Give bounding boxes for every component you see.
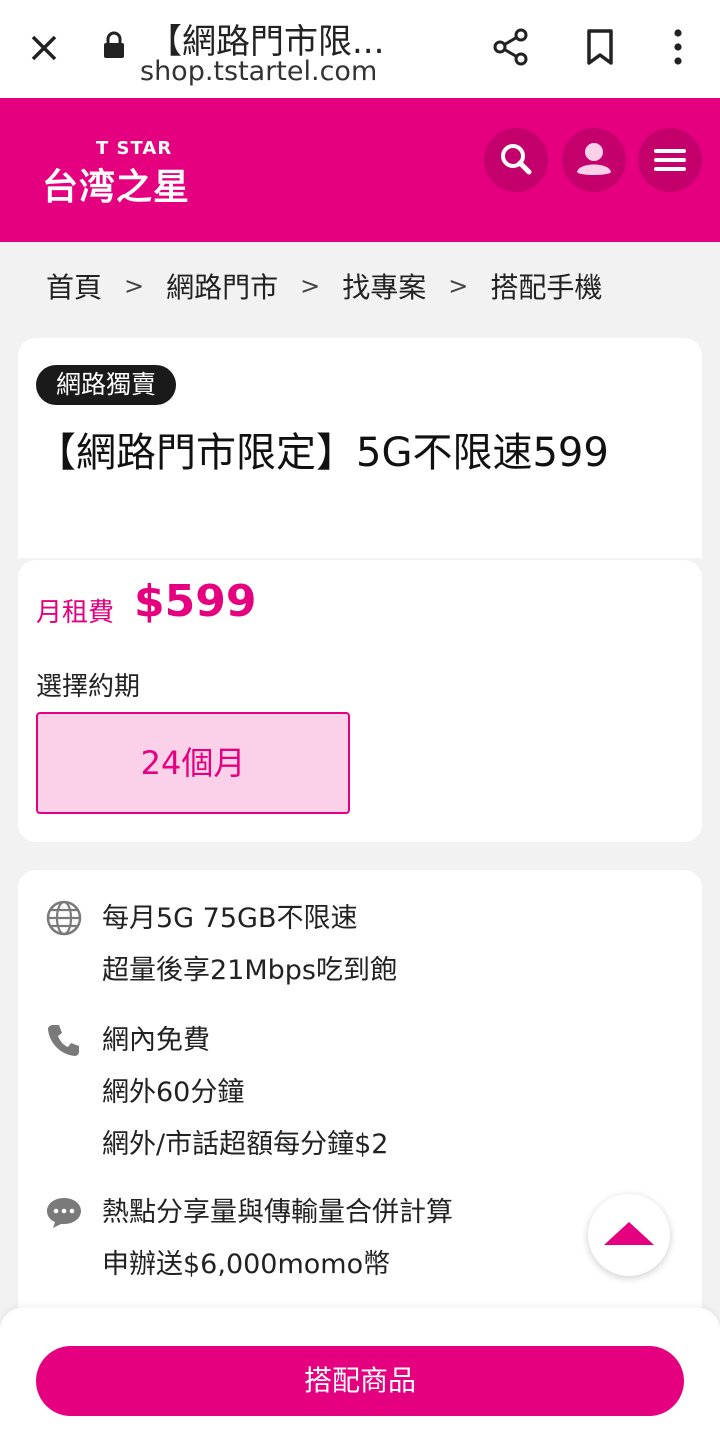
bottom-action-bar: 搭配商品 [0, 1308, 720, 1432]
breadcrumb-current: 搭配手機 [490, 271, 603, 304]
monthly-fee-label: 月租費 [36, 598, 115, 628]
logo-text-en: T STAR [96, 138, 173, 159]
browser-url[interactable]: shop.tstartel.com [140, 56, 377, 87]
share-icon[interactable] [490, 26, 532, 68]
feature-data-line-1: 每月5G 75GB不限速 [102, 903, 358, 934]
globe-icon [46, 900, 82, 936]
account-button[interactable] [562, 128, 626, 192]
user-icon [577, 143, 611, 175]
search-button[interactable] [484, 128, 548, 192]
feature-voice-line-3: 網外/市話超額每分鐘$2 [102, 1129, 389, 1160]
breadcrumb: 首頁 > 網路門市 > 找專案 > 搭配手機 [46, 266, 602, 306]
contract-period-option-24[interactable]: 24個月 [36, 712, 350, 814]
product-title: 【網路門市限定】5G不限速599 [36, 430, 609, 476]
bookmark-icon[interactable] [580, 26, 620, 68]
feature-voice-line-1: 網內免費 [102, 1025, 210, 1056]
chevron-right-icon: > [124, 272, 145, 300]
monthly-fee-price: $599 [134, 576, 257, 627]
hamburger-icon [654, 149, 686, 171]
product-header-card: 網路獨賣 【網路門市限定】5G不限速599 [18, 338, 702, 558]
price-card: 月租費 $599 選擇約期 24個月 [18, 560, 702, 842]
chevron-right-icon: > [448, 272, 469, 300]
site-header: T STAR 台湾之星 [0, 98, 720, 242]
chevron-right-icon: > [300, 272, 321, 300]
close-icon[interactable] [22, 26, 66, 70]
breadcrumb-online-store[interactable]: 網路門市 [166, 266, 278, 306]
arrow-up-icon [604, 1222, 654, 1245]
menu-button[interactable] [638, 128, 702, 192]
back-to-top-button[interactable] [588, 1194, 670, 1276]
contract-period-label: 選擇約期 [36, 672, 141, 702]
feature-extra-line-2: 申辦送$6,000momo幣 [102, 1249, 391, 1280]
breadcrumb-find-plan[interactable]: 找專案 [342, 266, 426, 306]
lock-icon [104, 31, 124, 58]
feature-data-line-2: 超量後享21Mbps吃到飽 [102, 955, 397, 986]
phone-icon [48, 1025, 79, 1056]
logo-text-zh: 台湾之星 [42, 167, 191, 208]
select-device-button[interactable]: 搭配商品 [36, 1346, 684, 1416]
more-vert-icon[interactable] [664, 26, 692, 68]
feature-extra-line-1: 熱點分享量與傳輸量合併計算 [102, 1197, 453, 1228]
search-icon [501, 144, 532, 175]
chat-icon [47, 1198, 81, 1228]
browser-toolbar: 【網路門市限... shop.tstartel.com [0, 0, 720, 98]
breadcrumb-home[interactable]: 首頁 [46, 266, 102, 306]
feature-voice-line-2: 網外60分鐘 [102, 1077, 245, 1108]
exclusive-badge: 網路獨賣 [36, 365, 177, 405]
